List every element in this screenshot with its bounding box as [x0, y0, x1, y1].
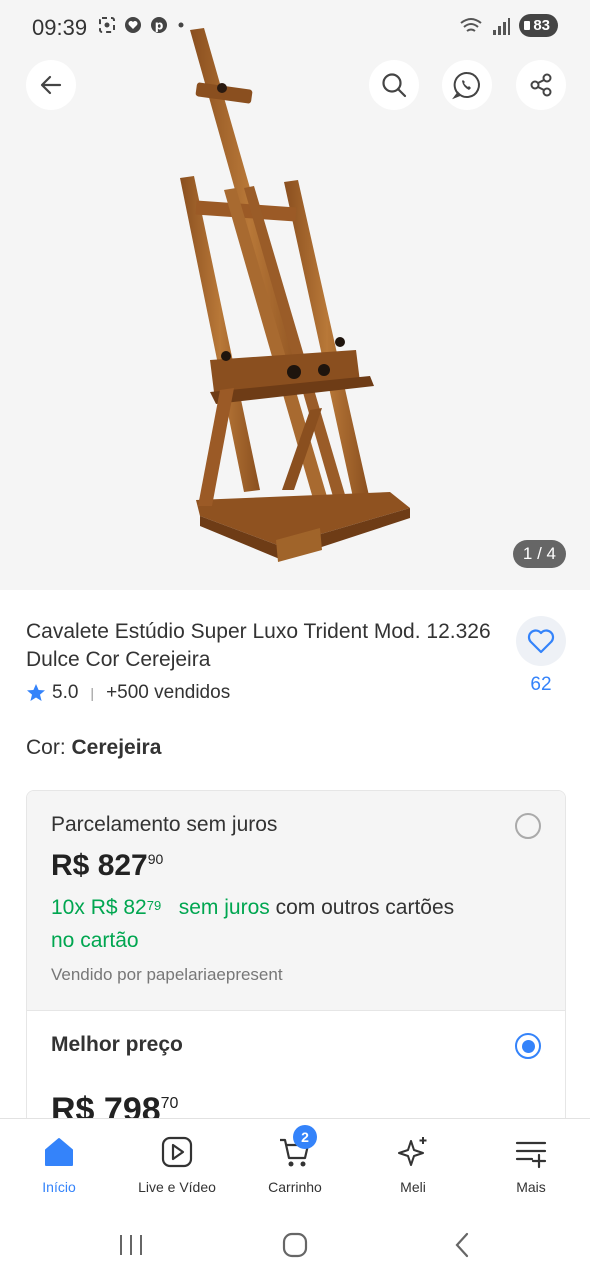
rating-row[interactable]: 5.0 | +500 vendidos	[26, 682, 230, 704]
share-icon	[530, 73, 552, 97]
cart-badge: 2	[293, 1125, 317, 1149]
product-gallery[interactable]: 09:39 p 83 1 / 4	[0, 0, 590, 590]
sparkle-icon	[398, 1137, 427, 1166]
installment-option-title: Parcelamento sem juros	[51, 813, 278, 836]
installment-radio[interactable]	[515, 813, 541, 839]
star-icon	[27, 684, 45, 701]
nav-item-live-video[interactable]: Live e Vídeo	[118, 1119, 236, 1210]
gallery-pager: 1 / 4	[512, 540, 566, 568]
menu-plus-icon	[515, 1141, 547, 1169]
heart-badge-icon	[125, 17, 141, 33]
favorites-count: 62	[530, 674, 552, 695]
best-price-radio[interactable]	[515, 1033, 541, 1059]
installment-option-price: R$ 82790	[51, 849, 164, 882]
heart-icon	[527, 629, 555, 654]
product-image	[180, 28, 410, 562]
battery-indicator: 83	[519, 14, 558, 37]
play-icon	[161, 1136, 193, 1168]
installment-option[interactable]: Parcelamento sem juros R$ 82790 10x R$ 8…	[27, 791, 565, 1011]
favorite-button[interactable]: 62	[516, 616, 566, 696]
share-button[interactable]	[516, 60, 566, 110]
whatsapp-share-button[interactable]	[442, 60, 492, 110]
best-price-title: Melhor preço	[51, 1033, 183, 1056]
color-selector[interactable]: Cor: Cerejeira	[26, 736, 161, 760]
rating-value: 5.0	[52, 682, 79, 703]
screenshot-icon	[99, 17, 115, 33]
system-back-icon[interactable]	[450, 1232, 476, 1258]
installments-text: 10x R$ 8279 sem juros com outros cartões…	[51, 896, 455, 952]
back-button[interactable]	[26, 60, 76, 110]
nav-item-inicio[interactable]: Início	[0, 1119, 118, 1210]
seller-name: Vendido por papelariaepresent	[51, 965, 283, 984]
arrow-left-icon	[40, 75, 62, 95]
wifi-icon	[460, 17, 482, 32]
rating-separator: |	[90, 685, 95, 701]
recent-apps-icon[interactable]	[118, 1232, 144, 1258]
home-icon	[45, 1138, 73, 1166]
sold-count: +500 vendidos	[106, 682, 231, 703]
nav-item-mais[interactable]: Mais	[472, 1119, 590, 1210]
home-button-icon[interactable]	[282, 1232, 308, 1258]
color-value: Cerejeira	[71, 736, 162, 759]
bottom-nav: Início Live e Vídeo 2 Carrinho Meli Mais	[0, 1118, 590, 1210]
nav-item-meli[interactable]: Meli	[354, 1119, 472, 1210]
signal-icon	[493, 17, 511, 35]
status-time: 09:39	[32, 15, 88, 40]
nav-item-carrinho[interactable]: 2 Carrinho	[236, 1119, 354, 1210]
product-title: Cavalete Estúdio Super Luxo Trident Mod.…	[26, 620, 491, 671]
system-navigation	[0, 1212, 590, 1280]
color-label: Cor:	[26, 736, 72, 759]
whatsapp-icon	[452, 71, 480, 100]
